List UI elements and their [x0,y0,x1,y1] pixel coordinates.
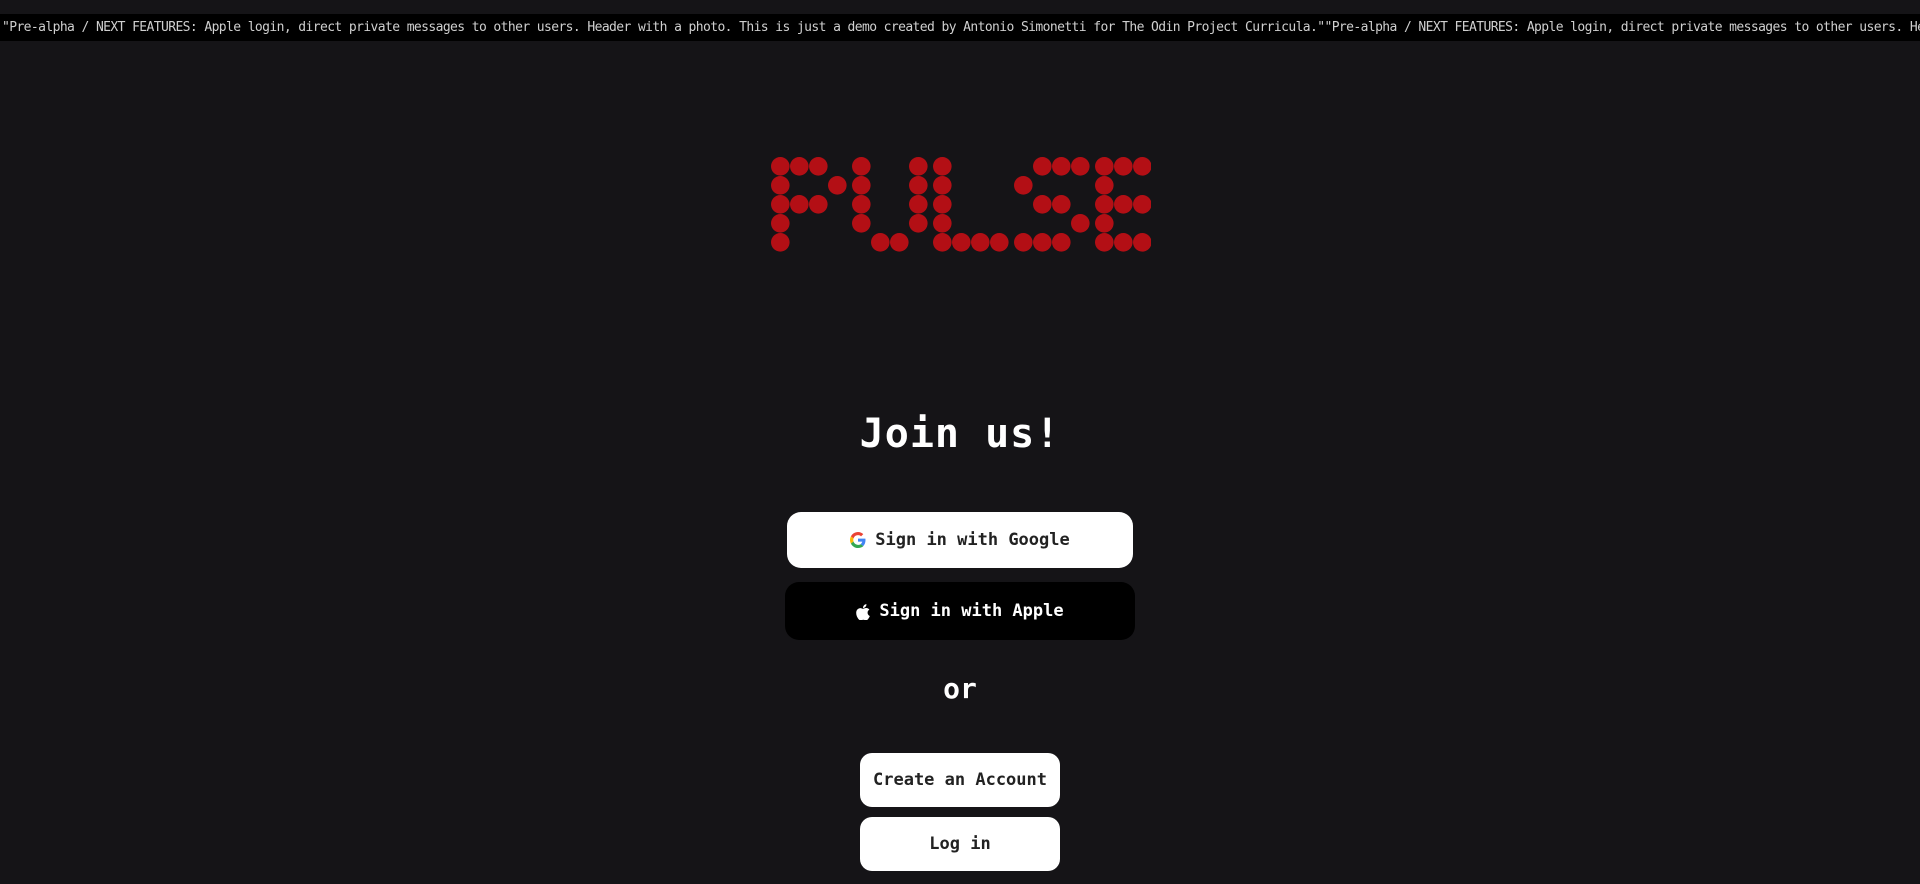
logo-dot [1033,195,1052,214]
logo-dot [790,157,809,176]
logo-dot [1095,233,1114,252]
logo-dot [771,176,790,195]
apple-sign-in-button[interactable]: Sign in with Apple [785,582,1135,640]
logo-dot [933,157,952,176]
logo-dot [828,176,847,195]
pulse-logo [771,157,1171,261]
logo-dot [1095,176,1114,195]
logo-dot [852,176,871,195]
or-divider-label: or [943,672,977,705]
logo-dot [790,195,809,214]
logo-dot [933,176,952,195]
pulse-logo-graphic [771,157,1171,252]
logo-dot [1052,195,1071,214]
logo-dot [1033,157,1052,176]
google-sign-in-button[interactable]: Sign in with Google [787,512,1133,568]
logo-dot [1114,195,1133,214]
logo-dot [771,195,790,214]
log-in-button[interactable]: Log in [860,817,1060,871]
logo-dot [1071,214,1090,233]
logo-dot [1014,233,1033,252]
google-g-icon [850,532,866,548]
logo-dot [933,195,952,214]
logo-dot [809,157,828,176]
logo-dot [1095,157,1114,176]
logo-dot [971,233,990,252]
ticker-text: "Pre-alpha / NEXT FEATURES: Apple login,… [2,20,1920,35]
logo-dot [1095,195,1114,214]
logo-dot [933,233,952,252]
logo-dot [933,214,952,233]
logo-dot [1052,233,1071,252]
logo-dot [771,233,790,252]
logo-dot [852,157,871,176]
logo-dot [909,195,928,214]
apple-sign-in-label: Sign in with Apple [879,601,1064,621]
logo-dot [852,214,871,233]
logo-dot [1114,157,1133,176]
logo-dot [909,176,928,195]
logo-dot [909,214,928,233]
logo-dot [1133,233,1152,252]
logo-dot [809,195,828,214]
logo-dot [1133,157,1152,176]
logo-dot [1014,176,1033,195]
apple-icon [856,603,871,620]
logo-dot [1114,233,1133,252]
logo-dot [990,233,1009,252]
announcement-ticker: "Pre-alpha / NEXT FEATURES: Apple login,… [0,14,1920,41]
logo-dot [909,157,928,176]
logo-dot [890,233,909,252]
logo-dot [1133,195,1152,214]
logo-dot [1052,157,1071,176]
logo-dot [852,195,871,214]
join-title: Join us! [859,411,1061,457]
logo-dot [952,233,971,252]
logo-dot [871,233,890,252]
logo-dot [771,157,790,176]
google-sign-in-label: Sign in with Google [875,530,1070,550]
logo-dot [1033,233,1052,252]
create-account-button[interactable]: Create an Account [860,753,1060,807]
logo-dot [771,214,790,233]
logo-dot [1095,214,1114,233]
logo-dot [1071,157,1090,176]
